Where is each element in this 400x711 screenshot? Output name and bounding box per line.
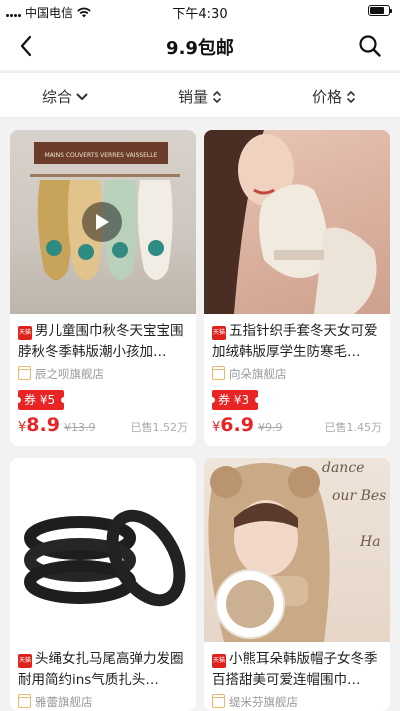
product-title: 天猫 小熊耳朵韩版帽子女冬季百搭甜美可爱连帽围巾… [204, 642, 390, 691]
sold-count: 已售1.52万 [130, 421, 189, 434]
sort-sales[interactable]: 销量 [178, 86, 222, 107]
product-title-text: 五指针织手套冬天女可爱加绒韩版厚学生防寒毛… [212, 323, 378, 360]
shop-name: 辰之呗旗舰店 [35, 367, 104, 381]
shop-icon [18, 365, 31, 380]
coupon-badge[interactable]: 券 ¥3 [208, 390, 262, 410]
shop-row: 缇米芬旗舰店 [204, 691, 390, 711]
tmall-badge-icon: 天猫 [212, 654, 226, 668]
product-image-scarf-kids: MAINS COUVERTS VERRES VAISSELLE [10, 130, 196, 314]
image-text: our Bes [332, 488, 386, 504]
sort-label: 价格 [312, 88, 343, 106]
shop-row: 向朵旗舰店 [204, 363, 390, 385]
product-card[interactable]: MAINS COUVERTS VERRES VAISSELLE 天猫 男儿童围巾秋… [10, 130, 196, 446]
original-price: ¥13.9 [63, 421, 96, 434]
product-title: 天猫 头绳女扎马尾高弹力发圈耐用简约ins气质扎头… [10, 642, 196, 691]
sort-price[interactable]: 价格 [312, 86, 356, 107]
sort-updown-icon [213, 90, 221, 103]
shop-row: 雅蕾旗舰店 [10, 691, 196, 711]
product-title-text: 头绳女扎马尾高弹力发圈耐用简约ins气质扎头… [18, 651, 184, 688]
sort-label: 销量 [178, 88, 209, 106]
shop-row: 辰之呗旗舰店 [10, 363, 196, 385]
hair-ties-photo [24, 509, 186, 607]
sort-label: 综合 [42, 88, 73, 106]
product-image-hair-ties [10, 458, 196, 642]
product-image-bear-hood: dance our Bes Ha [204, 458, 390, 642]
tmall-badge-icon: 天猫 [18, 654, 32, 668]
price-row: ¥ 6.9 ¥9.9 已售1.45万 [204, 410, 390, 438]
product-card[interactable]: 天猫 头绳女扎马尾高弹力发圈耐用简约ins气质扎头… 雅蕾旗舰店 [10, 458, 196, 711]
coupon-badge[interactable]: 券 ¥5 [14, 390, 68, 410]
image-text: Ha [359, 534, 381, 550]
page-title: 9.9包邮 [166, 38, 234, 59]
tmall-badge-icon: 天猫 [18, 326, 32, 340]
bear-hood-photo: dance our Bes Ha [208, 460, 386, 642]
sort-bar: 综合 销量 价格 [0, 72, 400, 118]
shop-name: 雅蕾旗舰店 [35, 695, 93, 709]
price-row: ¥ 8.9 ¥13.9 已售1.52万 [10, 410, 196, 438]
search-button[interactable] [356, 32, 384, 60]
product-card[interactable]: dance our Bes Ha 天猫 小熊耳朵韩版帽子女冬季百搭甜美可爱连帽围巾… [204, 458, 390, 711]
tmall-badge-icon: 天猫 [212, 326, 226, 340]
nav-bar: 9.9包邮 [0, 22, 400, 70]
shop-icon [18, 693, 31, 708]
price: 6.9 [220, 414, 254, 436]
shop-icon [212, 693, 225, 708]
sign-text: MAINS COUVERTS VERRES VAISSELLE [45, 152, 158, 159]
sort-updown-icon [347, 90, 355, 103]
image-text: dance [322, 460, 364, 476]
price: 8.9 [26, 414, 60, 436]
sold-count: 已售1.45万 [324, 421, 383, 434]
original-price: ¥9.9 [257, 421, 283, 434]
shop-name: 向朵旗舰店 [229, 367, 287, 381]
shop-icon [212, 365, 225, 380]
search-icon [359, 35, 381, 57]
currency-symbol: ¥ [18, 420, 27, 435]
product-title: 天猫 五指针织手套冬天女可爱加绒韩版厚学生防寒毛… [204, 314, 390, 363]
product-title-text: 小熊耳朵韩版帽子女冬季百搭甜美可爱连帽围巾… [212, 651, 378, 688]
product-card[interactable]: 天猫 五指针织手套冬天女可爱加绒韩版厚学生防寒毛… 向朵旗舰店 券 ¥3 ¥ 6.… [204, 130, 390, 446]
battery-icon [368, 5, 392, 16]
chevron-down-icon [76, 93, 88, 100]
product-image-gloves [204, 130, 390, 314]
currency-symbol: ¥ [212, 420, 221, 435]
product-title-text: 男儿童围巾秋冬天宝宝围脖秋冬季韩版潮小孩加… [18, 323, 184, 360]
play-video-button[interactable] [82, 202, 122, 242]
status-bar: 中国电信 下午4:30 [0, 0, 400, 22]
status-time: 下午4:30 [172, 7, 228, 22]
gloves-photo [204, 130, 377, 314]
shop-name: 缇米芬旗舰店 [229, 695, 298, 709]
product-title: 天猫 男儿童围巾秋冬天宝宝围脖秋冬季韩版潮小孩加… [10, 314, 196, 363]
sort-comprehensive[interactable]: 综合 [42, 86, 88, 107]
play-icon [96, 214, 109, 230]
